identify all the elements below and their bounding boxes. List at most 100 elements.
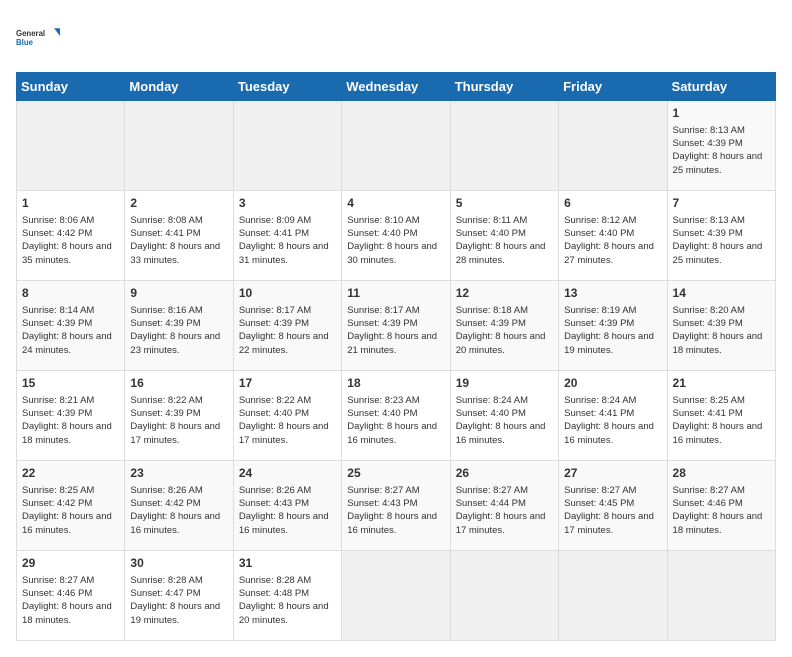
cell-w1-d6	[559, 101, 667, 191]
cell-w5-d7: 28 Sunrise: 8:27 AM Sunset: 4:46 PM Dayl…	[667, 461, 775, 551]
sunset-label: Sunset: 4:39 PM	[347, 318, 417, 329]
sunrise-label: Sunrise: 8:22 AM	[130, 395, 202, 406]
daylight-label: Daylight: 8 hours and 31 minutes.	[239, 241, 329, 265]
sunrise-label: Sunrise: 8:28 AM	[130, 575, 202, 586]
sunrise-label: Sunrise: 8:20 AM	[673, 305, 745, 316]
daylight-label: Daylight: 8 hours and 16 minutes.	[347, 511, 437, 535]
cell-w2-d1: 1 Sunrise: 8:06 AM Sunset: 4:42 PM Dayli…	[17, 191, 125, 281]
sunrise-label: Sunrise: 8:21 AM	[22, 395, 94, 406]
sunset-label: Sunset: 4:39 PM	[564, 318, 634, 329]
sunrise-label: Sunrise: 8:27 AM	[456, 485, 528, 496]
week-row-6: 29 Sunrise: 8:27 AM Sunset: 4:46 PM Dayl…	[17, 551, 776, 641]
day-number: 12	[456, 285, 553, 302]
sunrise-label: Sunrise: 8:06 AM	[22, 215, 94, 226]
cell-w5-d1: 22 Sunrise: 8:25 AM Sunset: 4:42 PM Dayl…	[17, 461, 125, 551]
sunrise-label: Sunrise: 8:27 AM	[564, 485, 636, 496]
svg-text:Blue: Blue	[16, 38, 34, 47]
daylight-label: Daylight: 8 hours and 25 minutes.	[673, 241, 763, 265]
header-row: SundayMondayTuesdayWednesdayThursdayFrid…	[17, 73, 776, 101]
sunrise-label: Sunrise: 8:16 AM	[130, 305, 202, 316]
daylight-label: Daylight: 8 hours and 18 minutes.	[673, 511, 763, 535]
sunrise-label: Sunrise: 8:14 AM	[22, 305, 94, 316]
sunrise-label: Sunrise: 8:25 AM	[22, 485, 94, 496]
cell-w6-d4	[342, 551, 450, 641]
cell-w2-d6: 6 Sunrise: 8:12 AM Sunset: 4:40 PM Dayli…	[559, 191, 667, 281]
logo-svg: General Blue	[16, 16, 60, 60]
week-row-2: 1 Sunrise: 8:06 AM Sunset: 4:42 PM Dayli…	[17, 191, 776, 281]
sunset-label: Sunset: 4:42 PM	[22, 228, 92, 239]
cell-w6-d2: 30 Sunrise: 8:28 AM Sunset: 4:47 PM Dayl…	[125, 551, 233, 641]
day-number: 7	[673, 195, 770, 212]
sunrise-label: Sunrise: 8:23 AM	[347, 395, 419, 406]
sunset-label: Sunset: 4:39 PM	[456, 318, 526, 329]
daylight-label: Daylight: 8 hours and 33 minutes.	[130, 241, 220, 265]
day-number: 29	[22, 555, 119, 572]
cell-w4-d2: 16 Sunrise: 8:22 AM Sunset: 4:39 PM Dayl…	[125, 371, 233, 461]
cell-w1-d5	[450, 101, 558, 191]
cell-w4-d5: 19 Sunrise: 8:24 AM Sunset: 4:40 PM Dayl…	[450, 371, 558, 461]
cell-w6-d3: 31 Sunrise: 8:28 AM Sunset: 4:48 PM Dayl…	[233, 551, 341, 641]
cell-w3-d7: 14 Sunrise: 8:20 AM Sunset: 4:39 PM Dayl…	[667, 281, 775, 371]
sunrise-label: Sunrise: 8:13 AM	[673, 215, 745, 226]
day-number: 6	[564, 195, 661, 212]
daylight-label: Daylight: 8 hours and 16 minutes.	[456, 421, 546, 445]
daylight-label: Daylight: 8 hours and 19 minutes.	[564, 331, 654, 355]
cell-w5-d6: 27 Sunrise: 8:27 AM Sunset: 4:45 PM Dayl…	[559, 461, 667, 551]
calendar-table: SundayMondayTuesdayWednesdayThursdayFrid…	[16, 72, 776, 641]
week-row-1: 1 Sunrise: 8:13 AM Sunset: 4:39 PM Dayli…	[17, 101, 776, 191]
cell-w5-d3: 24 Sunrise: 8:26 AM Sunset: 4:43 PM Dayl…	[233, 461, 341, 551]
cell-w2-d2: 2 Sunrise: 8:08 AM Sunset: 4:41 PM Dayli…	[125, 191, 233, 281]
sunrise-label: Sunrise: 8:17 AM	[347, 305, 419, 316]
cell-w1-d3	[233, 101, 341, 191]
sunrise-label: Sunrise: 8:24 AM	[456, 395, 528, 406]
cell-w1-d1	[17, 101, 125, 191]
day-number: 16	[130, 375, 227, 392]
daylight-label: Daylight: 8 hours and 35 minutes.	[22, 241, 112, 265]
header-monday: Monday	[125, 73, 233, 101]
sunset-label: Sunset: 4:45 PM	[564, 498, 634, 509]
svg-text:General: General	[16, 29, 45, 38]
sunset-label: Sunset: 4:39 PM	[673, 228, 743, 239]
cell-w4-d7: 21 Sunrise: 8:25 AM Sunset: 4:41 PM Dayl…	[667, 371, 775, 461]
sunset-label: Sunset: 4:40 PM	[564, 228, 634, 239]
day-number: 30	[130, 555, 227, 572]
sunset-label: Sunset: 4:47 PM	[130, 588, 200, 599]
cell-w3-d2: 9 Sunrise: 8:16 AM Sunset: 4:39 PM Dayli…	[125, 281, 233, 371]
header-friday: Friday	[559, 73, 667, 101]
sunset-label: Sunset: 4:39 PM	[130, 408, 200, 419]
sunset-label: Sunset: 4:39 PM	[22, 318, 92, 329]
daylight-label: Daylight: 8 hours and 17 minutes.	[130, 421, 220, 445]
daylight-label: Daylight: 8 hours and 17 minutes.	[456, 511, 546, 535]
cell-w3-d6: 13 Sunrise: 8:19 AM Sunset: 4:39 PM Dayl…	[559, 281, 667, 371]
sunrise-label: Sunrise: 8:27 AM	[22, 575, 94, 586]
daylight-label: Daylight: 8 hours and 17 minutes.	[239, 421, 329, 445]
day-number: 1	[673, 105, 770, 122]
cell-w5-d5: 26 Sunrise: 8:27 AM Sunset: 4:44 PM Dayl…	[450, 461, 558, 551]
week-row-3: 8 Sunrise: 8:14 AM Sunset: 4:39 PM Dayli…	[17, 281, 776, 371]
day-number: 19	[456, 375, 553, 392]
day-number: 24	[239, 465, 336, 482]
daylight-label: Daylight: 8 hours and 17 minutes.	[564, 511, 654, 535]
day-number: 28	[673, 465, 770, 482]
daylight-label: Daylight: 8 hours and 22 minutes.	[239, 331, 329, 355]
day-number: 23	[130, 465, 227, 482]
daylight-label: Daylight: 8 hours and 19 minutes.	[130, 601, 220, 625]
cell-w4-d4: 18 Sunrise: 8:23 AM Sunset: 4:40 PM Dayl…	[342, 371, 450, 461]
header-wednesday: Wednesday	[342, 73, 450, 101]
sunrise-label: Sunrise: 8:19 AM	[564, 305, 636, 316]
sunrise-label: Sunrise: 8:08 AM	[130, 215, 202, 226]
sunrise-label: Sunrise: 8:17 AM	[239, 305, 311, 316]
sunset-label: Sunset: 4:43 PM	[239, 498, 309, 509]
sunrise-label: Sunrise: 8:28 AM	[239, 575, 311, 586]
day-number: 25	[347, 465, 444, 482]
sunset-label: Sunset: 4:42 PM	[22, 498, 92, 509]
daylight-label: Daylight: 8 hours and 16 minutes.	[239, 511, 329, 535]
day-number: 4	[347, 195, 444, 212]
day-number: 15	[22, 375, 119, 392]
sunset-label: Sunset: 4:40 PM	[456, 228, 526, 239]
sunrise-label: Sunrise: 8:09 AM	[239, 215, 311, 226]
sunset-label: Sunset: 4:40 PM	[347, 408, 417, 419]
day-number: 9	[130, 285, 227, 302]
daylight-label: Daylight: 8 hours and 27 minutes.	[564, 241, 654, 265]
sunrise-label: Sunrise: 8:10 AM	[347, 215, 419, 226]
